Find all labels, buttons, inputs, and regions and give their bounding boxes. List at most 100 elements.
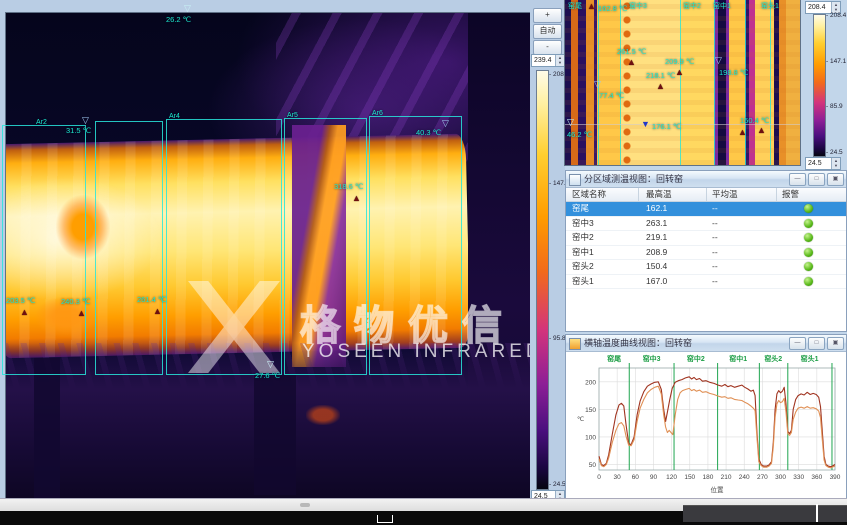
watermark-english: YOSEEN INFRARED <box>302 341 530 363</box>
marker-triangle-icon: ▽ <box>184 4 191 13</box>
table-column-header[interactable]: 报警 <box>782 188 799 201</box>
svg-text:210: 210 <box>721 474 732 481</box>
region-divider-line <box>770 0 771 165</box>
alarm-status-dot <box>804 277 813 286</box>
max-temp-cell: 208.9 <box>646 246 667 260</box>
svg-text:360: 360 <box>811 474 822 481</box>
svg-text:390: 390 <box>830 474 841 481</box>
region-name-cell: 窑中3 <box>572 217 594 231</box>
max-temp-cell: 150.4 <box>646 260 667 274</box>
svg-text:℃: ℃ <box>577 416 585 423</box>
table-column-header[interactable]: 平均温 <box>712 188 738 201</box>
table-row[interactable]: 窑中2219.1-- <box>566 231 846 246</box>
table-row[interactable]: 窑尾 162.1 -- <box>566 202 846 217</box>
table-header: 区域名称 最高温 平均温 报警 <box>566 188 846 202</box>
table-row[interactable]: 窑头1167.0-- <box>566 275 846 290</box>
max-temp-cell: 167.0 <box>646 275 667 289</box>
svg-text:240: 240 <box>739 474 750 481</box>
region-name-cell: 窑尾 <box>572 202 589 216</box>
panel-window-button[interactable]: □ <box>808 337 825 350</box>
table-panel-buttons: —□▣ <box>789 173 844 186</box>
svg-text:50: 50 <box>589 462 597 469</box>
max-temp-cell: 219.1 <box>646 231 667 245</box>
alarm-status-dot <box>804 219 813 228</box>
panel-window-button[interactable]: ▣ <box>827 173 844 186</box>
alarm-status-dot <box>804 204 813 213</box>
panel-window-button[interactable]: — <box>789 173 806 186</box>
table-column-header[interactable]: 区域名称 <box>572 188 606 201</box>
region-name-cell: 窑头1 <box>572 275 594 289</box>
scale-max-value: 239.4 <box>534 57 552 64</box>
colorbar-tick-label: - 95.8 <box>549 335 566 342</box>
region-divider-line <box>620 0 621 165</box>
spinner-arrows-icon[interactable]: ▲▼ <box>555 55 564 66</box>
svg-text:窑尾: 窑尾 <box>607 354 621 363</box>
svg-text:90: 90 <box>650 474 658 481</box>
svg-text:120: 120 <box>666 474 677 481</box>
thermal-image-strip[interactable] <box>565 0 800 165</box>
temperature-curve-chart[interactable]: 0306090120150180210240270300330360390501… <box>569 352 843 506</box>
svg-text:200: 200 <box>585 379 596 386</box>
region-divider-line <box>745 0 746 165</box>
svg-text:180: 180 <box>702 474 713 481</box>
svg-text:270: 270 <box>757 474 768 481</box>
region-name-cell: 窑中1 <box>572 246 594 260</box>
svg-text:窑头1: 窑头1 <box>801 354 819 363</box>
main-colorbar-toolbar: + 自动 - 239.4▲▼ - 208- 147.1- 95.8- 24.5 … <box>530 0 565 505</box>
svg-text:60: 60 <box>632 474 640 481</box>
column-divider <box>706 188 707 201</box>
app-window: 格物优信 YOSEEN INFRARED Ar2Ar4Ar5Ar6▽26.2 ℃… <box>0 0 847 525</box>
yoseen-logo-icon <box>188 281 280 373</box>
colorbar-tick-label: - 24.5 <box>549 481 566 488</box>
spinner-arrows-icon[interactable]: ▲▼ <box>831 2 840 13</box>
alarm-status-dot <box>804 248 813 257</box>
spinner-arrows-icon[interactable]: ▲▼ <box>831 158 840 169</box>
window-icon <box>569 174 581 186</box>
thermal-image-main[interactable]: 格物优信 YOSEEN INFRARED <box>6 13 530 498</box>
colorbar-tick-label: - 208 <box>549 71 564 78</box>
strip-scale-min-spinner[interactable]: 24.5 ▲▼ <box>805 157 841 170</box>
max-temp-cell: 263.1 <box>646 217 667 231</box>
table-row[interactable]: 窑头2150.4-- <box>566 260 846 275</box>
scale-max-spinner[interactable]: 239.4▲▼ <box>531 54 565 67</box>
avg-temp-cell: -- <box>712 202 718 216</box>
alarm-status-dot <box>804 262 813 271</box>
panel-window-button[interactable]: □ <box>808 173 825 186</box>
table-column-header[interactable]: 最高温 <box>646 188 672 201</box>
svg-text:330: 330 <box>793 474 804 481</box>
zoom-out-button[interactable]: - <box>533 40 562 55</box>
panel-window-button[interactable]: ▣ <box>827 337 844 350</box>
table-panel-titlebar: 分区域测温视图：回转窑 —□▣ <box>566 171 846 188</box>
hot-spot <box>56 195 110 259</box>
strip-colorbar <box>813 14 826 157</box>
taskbar-fragment[interactable] <box>683 505 847 522</box>
strip-colorbar-ticks: - 208.4- 147.1- 85.9- 24.5 <box>826 14 846 155</box>
zoom-in-button[interactable]: + <box>533 8 562 23</box>
svg-text:窑中3: 窑中3 <box>643 354 661 363</box>
auto-scale-button[interactable]: 自动 <box>533 24 562 39</box>
max-temp-cell: 162.1 <box>646 202 667 216</box>
svg-text:30: 30 <box>614 474 622 481</box>
kiln-support-shadow <box>254 375 296 495</box>
scrollbar-thumb[interactable] <box>300 503 310 507</box>
strip-scale-max-value: 208.4 <box>808 4 826 11</box>
svg-text:150: 150 <box>585 407 596 414</box>
svg-text:窑中2: 窑中2 <box>687 354 705 363</box>
svg-text:窑头2: 窑头2 <box>764 354 782 363</box>
region-divider-line <box>714 0 715 165</box>
svg-text:0: 0 <box>597 474 601 481</box>
curve-chart-panel: 横轴温度曲线视图：回转窑 —□▣ 03060901201501802102402… <box>565 334 847 510</box>
svg-text:窑中1: 窑中1 <box>729 354 747 363</box>
table-row[interactable]: 窑中1 208.9 -- <box>566 246 846 261</box>
strip-scale-min-value: 24.5 <box>808 160 822 167</box>
avg-temp-cell: -- <box>712 217 718 231</box>
scan-line <box>565 124 800 125</box>
main-colorbar-ticks: - 208- 147.1- 95.8- 24.5 <box>549 70 565 488</box>
panel-window-button[interactable]: — <box>789 337 806 350</box>
column-divider <box>638 188 639 201</box>
table-row[interactable]: 窑中3 263.1 -- <box>566 217 846 232</box>
region-divider-line <box>680 0 681 165</box>
colorbar-tick-label: - 24.5 <box>826 149 843 156</box>
tray-bracket-icon <box>377 515 393 523</box>
avg-temp-cell: -- <box>712 246 718 260</box>
